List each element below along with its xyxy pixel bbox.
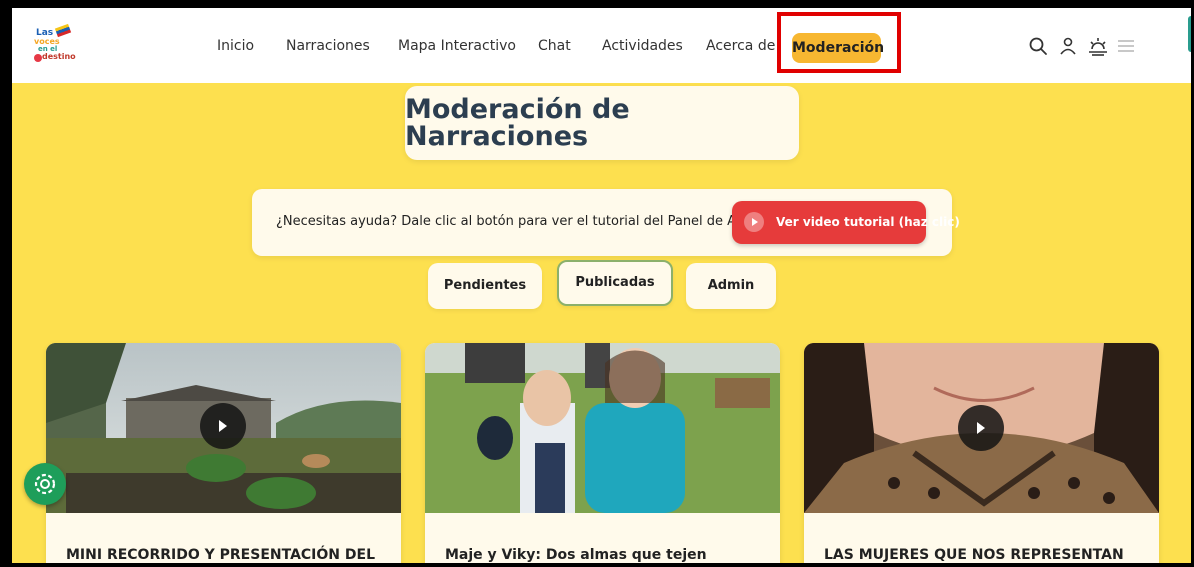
settings-fab[interactable] — [24, 463, 66, 505]
narration-card[interactable]: MINI RECORRIDO Y PRESENTACIÓN DEL — [46, 343, 401, 563]
help-text: ¿Necesitas ayuda? Dale clic al botón par… — [276, 214, 773, 229]
top-navbar: Las voces en el destino Inicio Narracion… — [12, 8, 1191, 83]
tab-pendientes[interactable]: Pendientes — [428, 263, 542, 309]
menu-icon[interactable] — [1114, 34, 1138, 58]
page-title-card: Moderación de Narraciones — [405, 86, 799, 160]
play-icon[interactable] — [200, 403, 246, 449]
flag-icon — [54, 23, 72, 38]
nav-acerca-de[interactable]: Acerca de — [706, 38, 775, 54]
tab-publicadas[interactable]: Publicadas — [557, 260, 673, 306]
card-title: LAS MUJERES QUE NOS REPRESENTAN — [824, 547, 1124, 563]
sun-icon[interactable] — [1086, 34, 1110, 58]
tab-admin[interactable]: Admin — [686, 263, 776, 309]
nav-mapa-interactivo[interactable]: Mapa Interactivo — [398, 38, 516, 54]
nav-actividades[interactable]: Actividades — [602, 38, 683, 54]
gear-icon — [34, 473, 56, 495]
narration-card[interactable]: LAS MUJERES QUE NOS REPRESENTAN — [804, 343, 1159, 563]
search-icon[interactable] — [1026, 34, 1050, 58]
nav-narraciones[interactable]: Narraciones — [286, 38, 370, 54]
narration-card[interactable]: Maje y Viky: Dos almas que tejen — [425, 343, 780, 563]
nav-chat[interactable]: Chat — [538, 38, 571, 54]
help-banner: ¿Necesitas ayuda? Dale clic al botón par… — [252, 189, 960, 256]
video-tutorial-button[interactable]: Ver video tutorial (haz clic) — [732, 201, 960, 244]
site-logo[interactable]: Las voces en el destino — [28, 23, 76, 66]
play-icon[interactable] — [958, 405, 1004, 451]
scrollbar-thumb[interactable] — [1188, 16, 1191, 52]
logo-dot — [34, 54, 42, 62]
highlight-box — [777, 12, 901, 73]
logo-line-4: destino — [42, 52, 76, 61]
app-frame: Las voces en el destino Inicio Narracion… — [12, 8, 1191, 563]
card-title: Maje y Viky: Dos almas que tejen — [445, 547, 707, 563]
page-title: Moderación de Narraciones — [405, 94, 630, 152]
play-icon — [744, 212, 764, 232]
user-icon[interactable] — [1056, 34, 1080, 58]
nav-inicio[interactable]: Inicio — [217, 38, 254, 54]
card-title: MINI RECORRIDO Y PRESENTACIÓN DEL — [66, 547, 375, 563]
card-thumbnail — [425, 343, 780, 513]
video-tutorial-label: Ver video tutorial (haz clic) — [776, 215, 960, 229]
